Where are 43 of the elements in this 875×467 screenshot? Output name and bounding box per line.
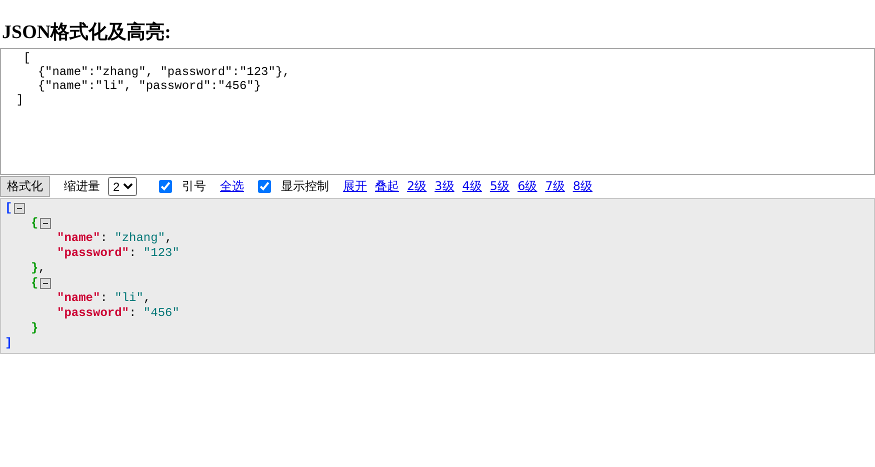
- quotes-label: 引号: [182, 178, 206, 195]
- bracket: ]: [5, 336, 12, 351]
- collapse-icon[interactable]: [14, 203, 26, 214]
- json-value: "456": [143, 306, 180, 321]
- level-link[interactable]: 7级: [545, 178, 565, 195]
- level-link[interactable]: 8级: [572, 178, 592, 195]
- comma: ,: [38, 261, 46, 276]
- brace: }: [31, 261, 38, 276]
- collapse-icon[interactable]: [40, 278, 52, 289]
- quotes-checkbox[interactable]: [159, 180, 172, 193]
- json-input-field[interactable]: [ {"name":"zhang", "password":"123"}, {"name":"li", "password":"456"} ]: [0, 48, 875, 175]
- brace: {: [31, 276, 38, 291]
- brace: }: [31, 321, 38, 336]
- json-key: "password": [57, 246, 130, 261]
- json-key: "name": [57, 291, 100, 306]
- level-link[interactable]: 6级: [518, 178, 538, 195]
- level-link[interactable]: 展开: [343, 178, 367, 195]
- page-heading: JSON格式化及高亮:: [2, 22, 172, 44]
- colon: :: [100, 231, 108, 246]
- bracket: [: [5, 201, 12, 216]
- comma: ,: [165, 231, 172, 246]
- level-link[interactable]: 5级: [490, 178, 510, 195]
- json-key: "name": [57, 231, 100, 246]
- json-key: "password": [57, 306, 130, 321]
- colon: :: [129, 246, 136, 261]
- show-controls-checkbox[interactable]: [258, 180, 271, 193]
- json-value: "zhang": [114, 231, 166, 246]
- comma: ,: [143, 291, 151, 306]
- brace: {: [31, 216, 38, 231]
- json-value: "123": [143, 246, 180, 261]
- collapse-icon[interactable]: [40, 218, 52, 229]
- level-link[interactable]: 2级: [407, 178, 427, 195]
- show-controls-label: 显示控制: [281, 178, 329, 195]
- level-link[interactable]: 叠起: [375, 178, 399, 195]
- colon: :: [100, 291, 108, 306]
- select-all-link[interactable]: 全选: [220, 178, 244, 195]
- indent-select[interactable]: 2: [108, 177, 137, 196]
- json-value: "li": [114, 291, 144, 306]
- format-button[interactable]: 格式化: [0, 176, 50, 197]
- level-link[interactable]: 3级: [434, 178, 454, 195]
- colon: :: [129, 306, 136, 321]
- level-link[interactable]: 4级: [462, 178, 482, 195]
- indent-label: 缩进量: [64, 178, 100, 195]
